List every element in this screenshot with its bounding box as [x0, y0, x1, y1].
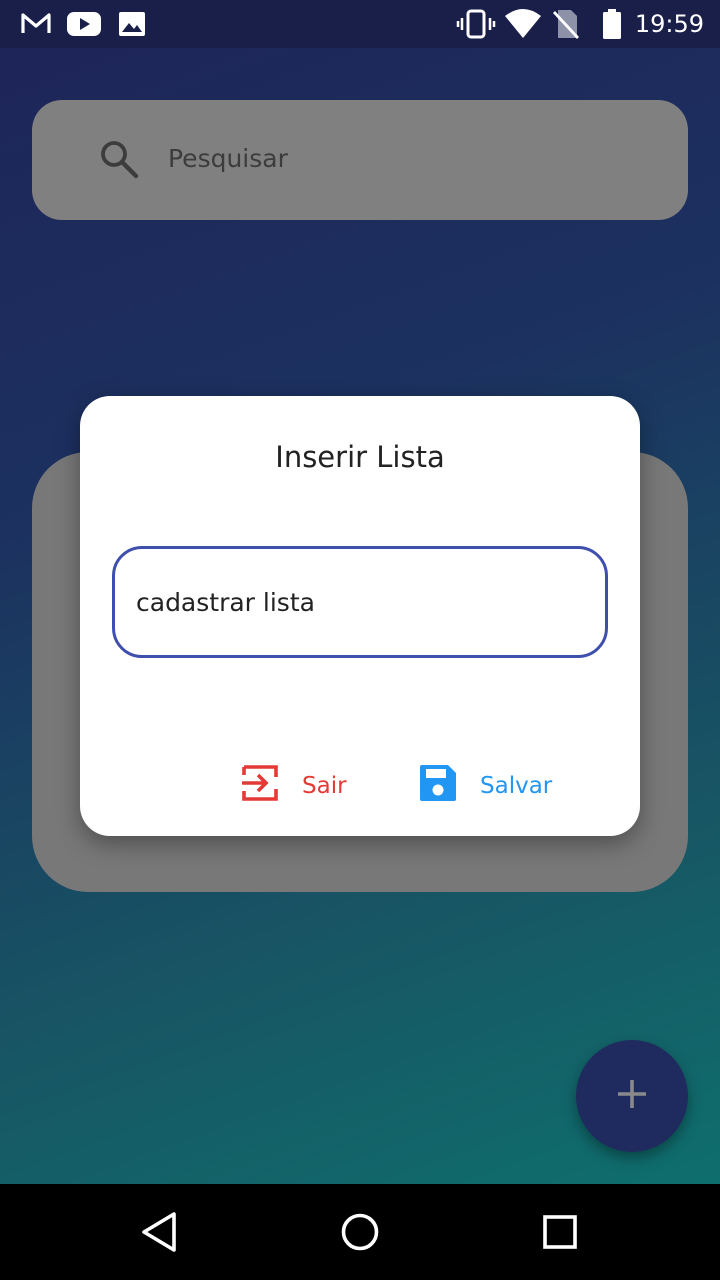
- exit-button[interactable]: Sair: [240, 756, 347, 816]
- search-input[interactable]: [168, 136, 648, 180]
- save-button[interactable]: Salvar: [418, 756, 552, 816]
- youtube-icon: [66, 8, 102, 44]
- save-label: Salvar: [480, 773, 553, 799]
- status-time: 19:59: [634, 10, 704, 38]
- no-sim-icon: [552, 8, 580, 44]
- floppy-disk-icon: [418, 763, 480, 809]
- app-screen: 19:59 Inserir Lista Sair: [0, 0, 720, 1280]
- list-name-input[interactable]: [112, 546, 608, 658]
- vibrate-icon: [456, 8, 496, 44]
- status-bar: 19:59: [0, 0, 720, 48]
- home-icon[interactable]: [338, 1210, 382, 1254]
- search-icon: [98, 138, 140, 184]
- exit-label: Sair: [302, 773, 347, 799]
- navigation-bar: [0, 1184, 720, 1280]
- wifi-icon: [504, 8, 542, 44]
- recents-icon[interactable]: [538, 1210, 582, 1254]
- plus-icon: [615, 1077, 649, 1115]
- add-list-button[interactable]: [576, 1040, 688, 1152]
- back-icon[interactable]: [138, 1210, 182, 1254]
- gallery-icon: [118, 8, 146, 44]
- dialog-title: Inserir Lista: [275, 440, 445, 474]
- exit-icon: [240, 763, 302, 809]
- gmail-icon: [20, 8, 52, 44]
- battery-icon: [600, 8, 624, 44]
- insert-list-dialog: Inserir Lista Sair Salvar: [80, 396, 640, 836]
